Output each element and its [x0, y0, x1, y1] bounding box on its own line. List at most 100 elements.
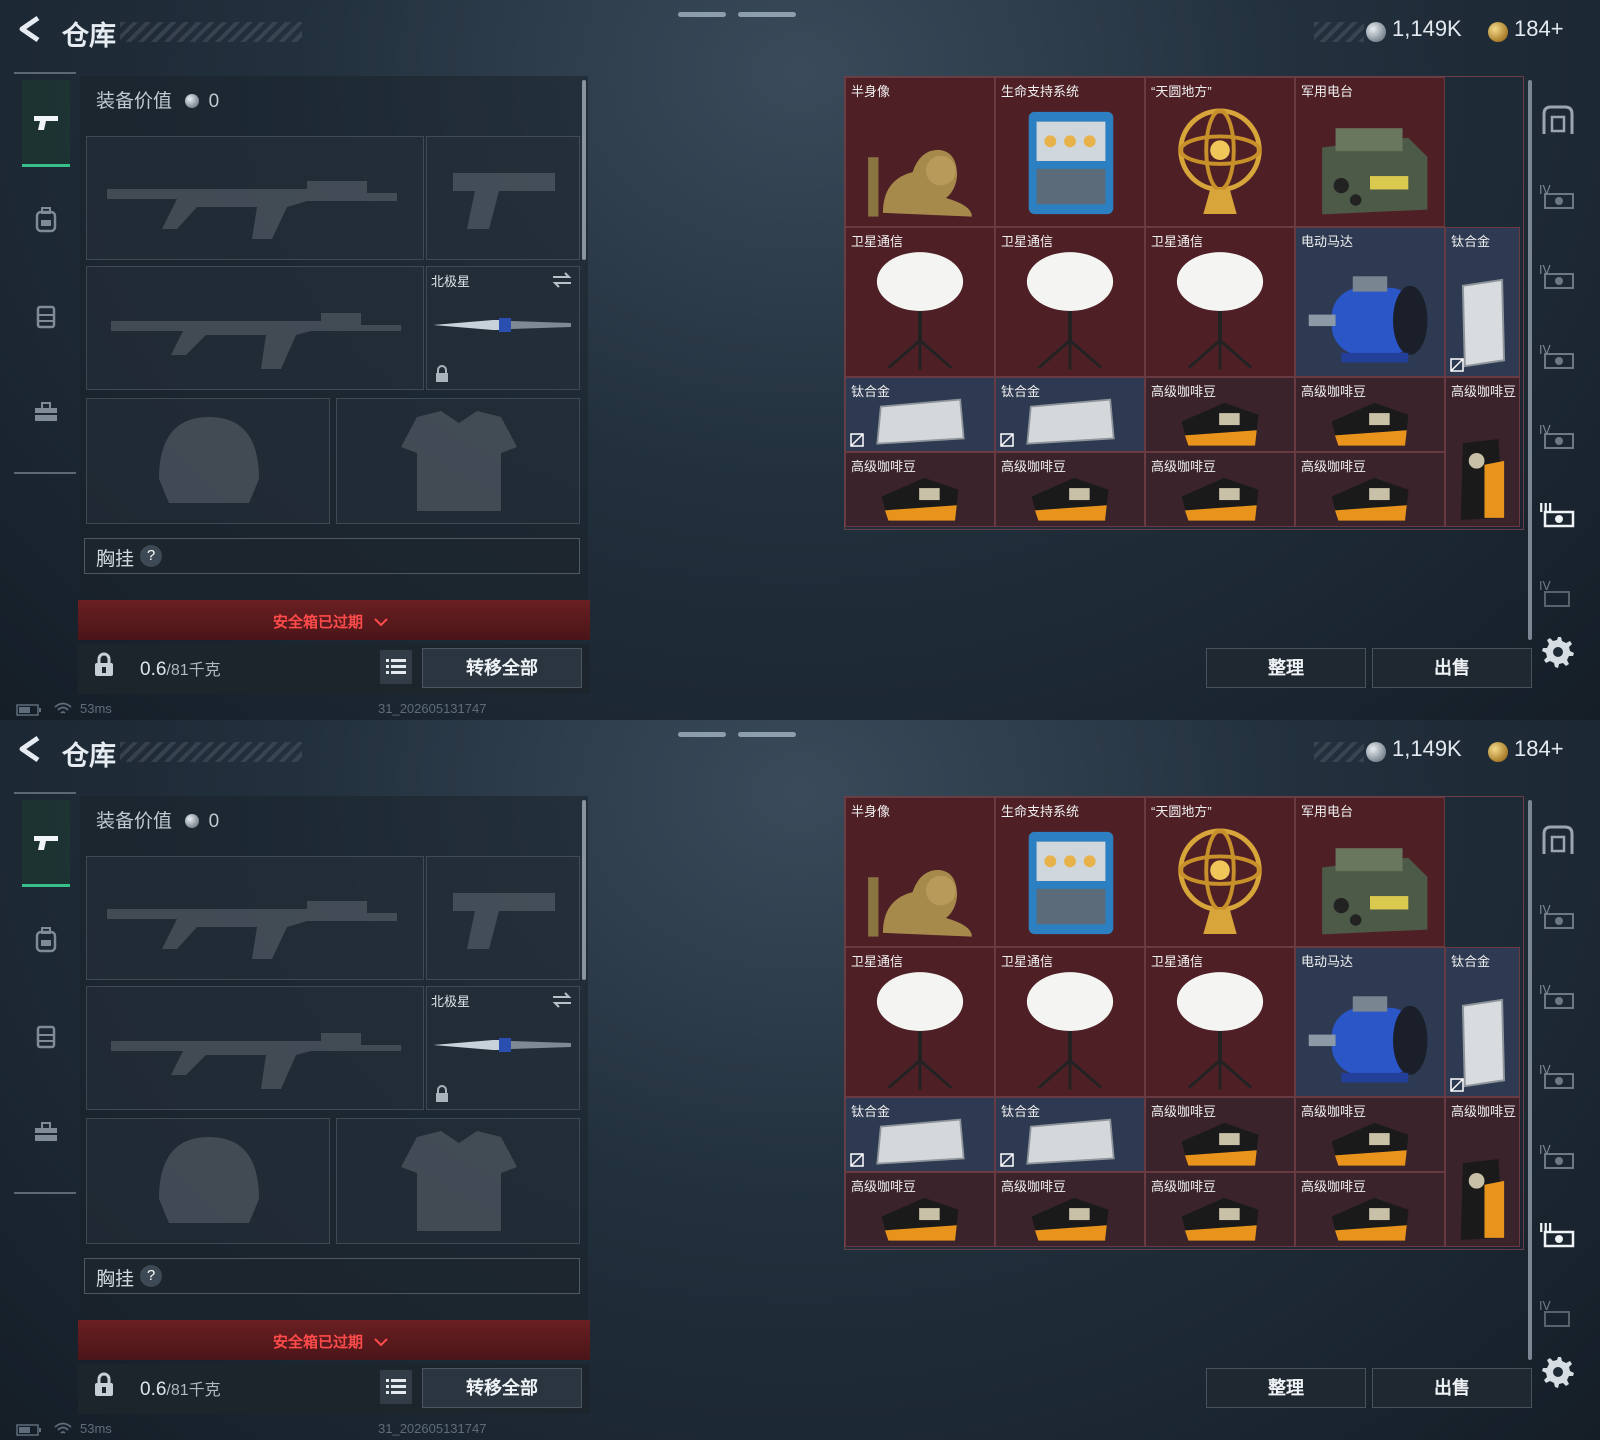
help-icon[interactable]: ?	[140, 545, 162, 567]
storage-tab-4e[interactable]: IV	[1536, 1294, 1580, 1334]
storage-item[interactable]: 电动马达	[1295, 947, 1445, 1097]
storage-tab-4b[interactable]: IV	[1536, 258, 1580, 298]
storage-tab-4[interactable]: IV	[1536, 178, 1580, 218]
storage-tab-main[interactable]	[1536, 820, 1580, 860]
secondary-weapon-slot[interactable]	[86, 266, 424, 390]
pistol-slot[interactable]	[426, 136, 580, 260]
melee-slot[interactable]: 北极星	[426, 986, 580, 1110]
nav-backpack[interactable]	[22, 190, 70, 250]
nav-vest[interactable]	[22, 1006, 70, 1066]
storage-item[interactable]: 卫星通信	[845, 947, 995, 1097]
storage-item[interactable]: 高级咖啡豆	[1295, 1097, 1445, 1172]
nav-toolbox[interactable]	[22, 382, 70, 442]
back-arrow-icon[interactable]	[16, 734, 46, 764]
storage-tab-main[interactable]	[1536, 100, 1580, 140]
gear-icon[interactable]	[1541, 1354, 1575, 1388]
storage-tab-4d[interactable]: IV	[1536, 418, 1580, 458]
storage-item[interactable]: 高级咖啡豆	[995, 1172, 1145, 1247]
gear-icon[interactable]	[1541, 634, 1575, 668]
swap-icon[interactable]	[551, 991, 573, 1009]
storage-item[interactable]: 高级咖啡豆	[845, 1172, 995, 1247]
primary-weapon-slot[interactable]	[86, 856, 424, 980]
currency-decoration	[1314, 22, 1364, 42]
storage-item[interactable]: 钛合金	[995, 377, 1145, 452]
storage-item[interactable]: 生命支持系统	[995, 77, 1145, 227]
storage-item[interactable]: 半身像	[845, 77, 995, 227]
swap-icon[interactable]	[551, 271, 573, 289]
storage-item[interactable]: 半身像	[845, 797, 995, 947]
storage-item[interactable]: 钛合金	[1445, 227, 1520, 377]
storage-tab-4d[interactable]: IV	[1536, 1138, 1580, 1178]
sell-button[interactable]: 出售	[1372, 648, 1532, 688]
storage-item[interactable]: 高级咖啡豆	[1145, 1097, 1295, 1172]
melee-slot[interactable]: 北极星	[426, 266, 580, 390]
storage-item[interactable]: 电动马达	[1295, 227, 1445, 377]
primary-weapon-slot[interactable]	[86, 136, 424, 260]
gold-coin-icon	[1488, 22, 1508, 42]
helmet-slot[interactable]	[86, 1118, 330, 1244]
storage-item[interactable]: 军用电台	[1295, 77, 1445, 227]
storage-tab-3-active[interactable]: III	[1536, 1216, 1580, 1256]
armor-slot[interactable]	[336, 398, 580, 524]
storage-item[interactable]: 高级咖啡豆	[995, 452, 1145, 527]
gold-balance[interactable]: 184+	[1514, 16, 1564, 42]
nav-vest[interactable]	[22, 286, 70, 346]
storage-item[interactable]: “天圆地方”	[1145, 77, 1295, 227]
nav-toolbox[interactable]	[22, 1102, 70, 1162]
storage-tab-4b[interactable]: IV	[1536, 978, 1580, 1018]
equipment-scrollbar[interactable]	[582, 800, 586, 980]
tidy-button[interactable]: 整理	[1206, 648, 1366, 688]
helmet-slot[interactable]	[86, 398, 330, 524]
storage-tab-4c[interactable]: IV	[1536, 1058, 1580, 1098]
carry-weight-value: 0.6	[140, 1379, 167, 1400]
storage-item[interactable]: “天圆地方”	[1145, 797, 1295, 947]
nav-backpack[interactable]	[22, 910, 70, 970]
storage-item[interactable]: 钛合金	[845, 1097, 995, 1172]
storage-item[interactable]: 卫星通信	[995, 947, 1145, 1097]
tidy-button[interactable]: 整理	[1206, 1368, 1366, 1408]
list-view-button[interactable]	[380, 650, 412, 684]
storage-item[interactable]: 钛合金	[845, 377, 995, 452]
storage-item[interactable]: 高级咖啡豆	[1295, 452, 1445, 527]
gold-balance[interactable]: 184+	[1514, 736, 1564, 762]
transfer-all-button[interactable]: 转移全部	[422, 1368, 582, 1408]
storage-item[interactable]: 钛合金	[995, 1097, 1145, 1172]
equipment-scrollbar[interactable]	[582, 80, 586, 260]
not-searched-icon	[1000, 433, 1014, 447]
help-icon[interactable]: ?	[140, 1265, 162, 1287]
nav-weapons[interactable]	[22, 800, 70, 887]
back-arrow-icon[interactable]	[16, 14, 46, 44]
sell-button[interactable]: 出售	[1372, 1368, 1532, 1408]
storage-scrollbar[interactable]	[1528, 800, 1532, 1360]
armor-slot[interactable]	[336, 1118, 580, 1244]
storage-tier-icon: III	[1539, 1221, 1575, 1248]
secondary-weapon-slot[interactable]	[86, 986, 424, 1110]
storage-item[interactable]: 高级咖啡豆	[1145, 1172, 1295, 1247]
storage-item[interactable]: 卫星通信	[845, 227, 995, 377]
storage-item[interactable]: 生命支持系统	[995, 797, 1145, 947]
storage-item[interactable]: 高级咖啡豆	[1295, 377, 1445, 452]
pistol-slot[interactable]	[426, 856, 580, 980]
titanium-plate-icon	[996, 1116, 1144, 1169]
storage-item[interactable]: 钛合金	[1445, 947, 1520, 1097]
storage-item[interactable]: 高级咖啡豆	[1145, 377, 1295, 452]
storage-tab-4c[interactable]: IV	[1536, 338, 1580, 378]
transfer-all-button[interactable]: 转移全部	[422, 648, 582, 688]
storage-scrollbar[interactable]	[1528, 80, 1532, 640]
list-view-button[interactable]	[380, 1370, 412, 1404]
gold-coin-icon	[1488, 742, 1508, 762]
storage-item[interactable]: 高级咖啡豆	[845, 452, 995, 527]
storage-item[interactable]: 高级咖啡豆	[1145, 452, 1295, 527]
toolbox-icon	[35, 1122, 57, 1141]
storage-item[interactable]: 高级咖啡豆	[1295, 1172, 1445, 1247]
storage-tab-3-active[interactable]: III	[1536, 496, 1580, 536]
storage-item[interactable]: 高级咖啡豆	[1445, 1097, 1520, 1247]
storage-item[interactable]: 卫星通信	[995, 227, 1145, 377]
storage-item[interactable]: 卫星通信	[1145, 947, 1295, 1097]
storage-item[interactable]: 高级咖啡豆	[1445, 377, 1520, 527]
storage-item[interactable]: 卫星通信	[1145, 227, 1295, 377]
storage-tab-4[interactable]: IV	[1536, 898, 1580, 938]
nav-weapons[interactable]	[22, 80, 70, 167]
storage-tab-4e[interactable]: IV	[1536, 574, 1580, 614]
storage-item[interactable]: 军用电台	[1295, 797, 1445, 947]
